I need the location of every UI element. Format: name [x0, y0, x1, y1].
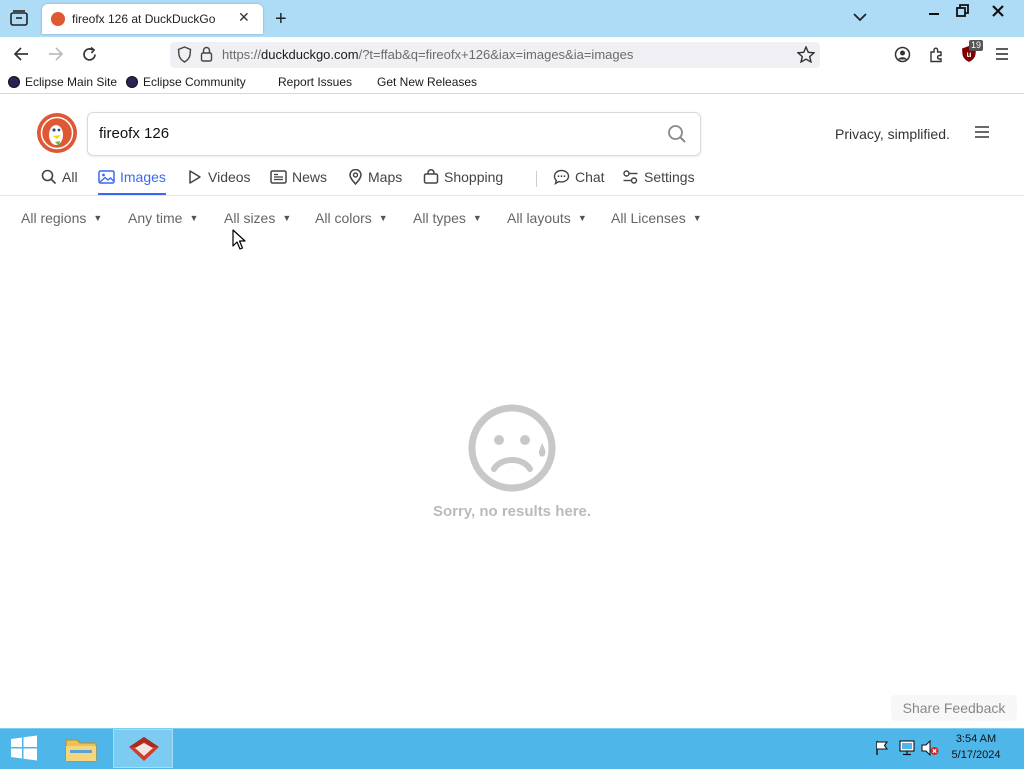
- tab-maps[interactable]: Maps: [348, 169, 402, 193]
- filter-layouts[interactable]: All layouts ▼: [507, 210, 587, 226]
- hamburger-menu-icon[interactable]: [974, 125, 990, 139]
- action-center-flag-icon[interactable]: [874, 740, 890, 756]
- account-icon[interactable]: [894, 46, 911, 63]
- caret-down-icon: ▼: [189, 213, 199, 223]
- share-feedback-button[interactable]: Share Feedback: [891, 695, 1017, 721]
- url-text[interactable]: https://duckduckgo.com/?t=ffab&q=fireofx…: [222, 47, 633, 62]
- header-divider: [0, 195, 1024, 196]
- sad-face-icon: [467, 403, 557, 493]
- back-icon[interactable]: [12, 46, 30, 62]
- caret-down-icon: ▼: [378, 213, 388, 223]
- duckduckgo-logo[interactable]: [37, 113, 77, 153]
- filter-time[interactable]: Any time ▼: [128, 210, 198, 226]
- tracking-protection-shield-icon[interactable]: [177, 46, 192, 63]
- search-icon[interactable]: [667, 124, 687, 144]
- map-pin-icon: [349, 169, 362, 185]
- bookmark-eclipse-main-site[interactable]: Eclipse Main Site: [8, 75, 117, 89]
- bookmark-report-issues[interactable]: Report Issues: [278, 75, 352, 89]
- restore-icon[interactable]: [954, 3, 970, 19]
- extensions-icon[interactable]: [928, 46, 945, 63]
- extension-badge: 19: [969, 40, 984, 51]
- tab-settings[interactable]: Settings: [622, 169, 695, 193]
- url-bar[interactable]: https://duckduckgo.com/?t=ffab&q=fireofx…: [170, 42, 820, 68]
- forward-icon[interactable]: [47, 46, 65, 62]
- tab-chat[interactable]: Chat: [553, 169, 605, 193]
- search-box[interactable]: fireofx 126: [87, 112, 701, 156]
- bookmarks-toolbar: Eclipse Main Site Eclipse Community Repo…: [0, 73, 1024, 93]
- tab-title: fireofx 126 at DuckDuckGo: [72, 12, 216, 26]
- windows-start-icon[interactable]: [10, 735, 38, 761]
- newspaper-icon: [270, 170, 287, 184]
- tab-images[interactable]: Images: [98, 169, 166, 193]
- eclipse-icon: [8, 76, 20, 88]
- tab-videos[interactable]: Videos: [187, 169, 251, 193]
- chat-bubble-icon: [553, 169, 570, 185]
- new-tab-icon[interactable]: +: [275, 9, 287, 29]
- tabs-divider: [536, 171, 537, 187]
- image-icon: [98, 170, 115, 184]
- caret-down-icon: ▼: [577, 213, 587, 223]
- filter-licenses[interactable]: All Licenses ▼: [611, 210, 702, 226]
- clock-date[interactable]: 5/17/2024: [946, 749, 1006, 761]
- tab-shopping[interactable]: Shopping: [423, 169, 503, 193]
- search-icon: [41, 169, 57, 185]
- network-icon[interactable]: [898, 740, 916, 756]
- volume-muted-icon[interactable]: [921, 740, 939, 756]
- clock-time[interactable]: 3:54 AM: [951, 733, 1001, 745]
- eclipse-icon: [126, 76, 138, 88]
- mouse-cursor-icon: [232, 229, 246, 251]
- list-all-tabs-icon[interactable]: [852, 11, 868, 23]
- reload-icon[interactable]: [81, 46, 98, 63]
- minimize-icon[interactable]: [926, 3, 942, 19]
- tab-news[interactable]: News: [270, 169, 327, 193]
- app-menu-icon[interactable]: [994, 47, 1010, 61]
- browser-tab[interactable]: fireofx 126 at DuckDuckGo ✕: [42, 4, 263, 34]
- filter-colors[interactable]: All colors ▼: [315, 210, 388, 226]
- tab-overview-icon[interactable]: [10, 10, 28, 26]
- bookmark-eclipse-community[interactable]: Eclipse Community: [126, 75, 246, 89]
- search-input[interactable]: fireofx 126: [99, 125, 169, 142]
- close-tab-icon[interactable]: ✕: [238, 9, 250, 26]
- lock-icon[interactable]: [200, 46, 213, 63]
- settings-sliders-icon: [623, 170, 638, 184]
- caret-down-icon: ▼: [692, 213, 702, 223]
- tab-all[interactable]: All: [41, 169, 78, 193]
- toolbar-divider: [0, 93, 1024, 94]
- filter-sizes[interactable]: All sizes ▼: [224, 210, 291, 226]
- shopping-bag-icon: [423, 169, 439, 184]
- filter-regions[interactable]: All regions ▼: [21, 210, 102, 226]
- bookmark-star-icon[interactable]: [797, 46, 815, 63]
- close-window-icon[interactable]: [990, 3, 1006, 19]
- file-explorer-icon[interactable]: [64, 734, 98, 764]
- caret-down-icon: ▼: [282, 213, 292, 223]
- caret-down-icon: ▼: [472, 213, 482, 223]
- firefox-taskbar-button[interactable]: [113, 729, 173, 768]
- bookmark-get-new-releases[interactable]: Get New Releases: [377, 75, 477, 89]
- svg-text:u: u: [967, 50, 972, 59]
- privacy-tagline: Privacy, simplified.: [835, 126, 950, 142]
- no-results-message: Sorry, no results here.: [432, 503, 592, 520]
- filter-types[interactable]: All types ▼: [413, 210, 482, 226]
- caret-down-icon: ▼: [93, 213, 103, 223]
- play-icon: [189, 170, 201, 184]
- duckduckgo-favicon-icon: [51, 12, 65, 26]
